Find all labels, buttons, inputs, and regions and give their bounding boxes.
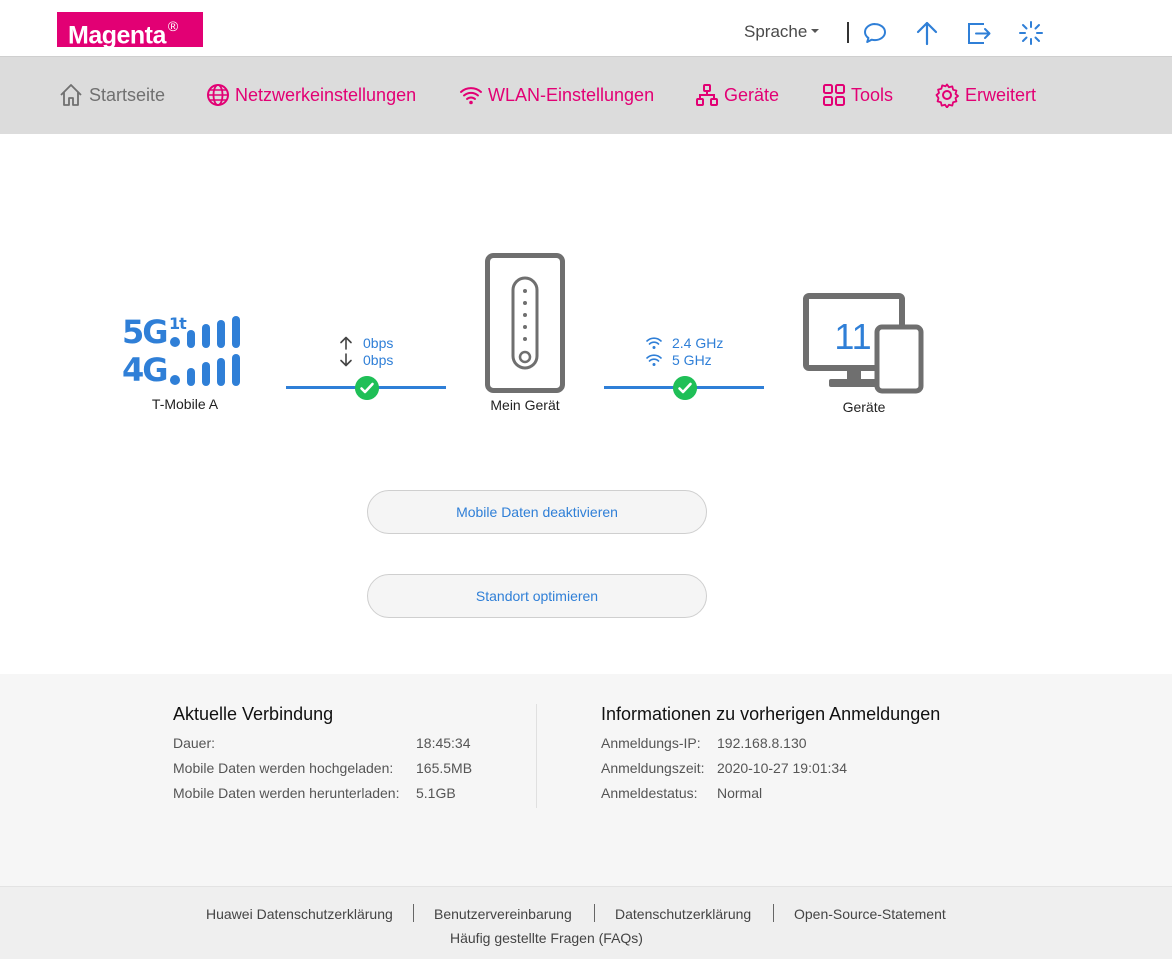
downloaded-value: 5.1GB: [416, 785, 456, 801]
logo-text: Magenta: [68, 21, 166, 50]
router-device-icon[interactable]: [485, 253, 565, 393]
uploaded-value: 165.5MB: [416, 760, 473, 776]
main-nav: Startseite Netzwerkeinstellungen WLAN-Ei…: [0, 56, 1172, 134]
connection-info-panel: Aktuelle Verbindung Dauer: 18:45:34 Mobi…: [0, 674, 1172, 886]
previous-logins-title: Informationen zu vorherigen Anmeldungen: [601, 704, 941, 724]
nav-label: Geräte: [724, 84, 780, 105]
wifi-5ghz-icon: [646, 354, 662, 366]
network-5g-label: 5G: [122, 313, 169, 351]
login-status-label: Anmeldestatus:: [601, 785, 698, 801]
duration-value: 18:45:34: [416, 735, 471, 751]
router-label: Mein Gerät: [490, 397, 560, 413]
mobile-connected-check-icon: [355, 376, 379, 400]
nav-label: Startseite: [89, 84, 166, 105]
login-time-value: 2020-10-27 19:01:34: [717, 760, 847, 776]
login-ip-label: Anmeldungs-IP:: [601, 735, 701, 751]
connection-diagram: 5G 1t 4G T-Mobile A 0bps 0bps Mein Gerät: [0, 134, 1172, 674]
arrow-down-icon: [340, 353, 352, 367]
signal-bars-icon: [170, 316, 240, 386]
network-4g-label: 4G: [122, 351, 169, 389]
loading-icon[interactable]: [1018, 20, 1044, 46]
login-status-value: Normal: [717, 785, 763, 801]
login-ip-value: 192.168.8.130: [717, 735, 807, 751]
uploaded-label: Mobile Daten werden hochgeladen:: [173, 760, 394, 776]
upload-icon[interactable]: [914, 20, 940, 46]
nav-label: Tools: [851, 84, 894, 105]
nav-item-netzwerkeinstellungen[interactable]: Netzwerkeinstellungen: [206, 81, 416, 109]
nav-label: Erweitert: [965, 84, 1037, 105]
upload-rate: 0bps: [363, 335, 394, 351]
chat-icon[interactable]: [862, 20, 888, 46]
gear-icon: [935, 83, 959, 108]
devices-button[interactable]: 11: [803, 293, 925, 395]
current-connection-title: Aktuelle Verbindung: [173, 704, 334, 724]
nav-item-startseite[interactable]: Startseite: [58, 81, 165, 109]
signal-strength-block: 5G 1t 4G: [122, 314, 248, 390]
duration-label: Dauer:: [173, 735, 216, 751]
logo-registered-mark: ®: [167, 18, 178, 34]
footer-link-open-source[interactable]: Open-Source-Statement: [794, 906, 946, 922]
footer-link-faq[interactable]: Häufig gestellte Fragen (FAQs): [450, 930, 643, 946]
login-time-label: Anmeldungszeit:: [601, 760, 705, 776]
logout-icon[interactable]: [966, 20, 992, 46]
footer-link-user-agreement[interactable]: Benutzervereinbarung: [434, 906, 572, 922]
wifi-connected-check-icon: [673, 376, 697, 400]
download-rate: 0bps: [363, 352, 394, 368]
nav-item-erweitert[interactable]: Erweitert: [934, 81, 1036, 109]
wifi-24ghz-icon: [646, 337, 662, 349]
arrow-up-icon: [340, 336, 352, 350]
wifi-band-24: 2.4 GHz: [672, 335, 724, 351]
language-label: Sprache: [744, 22, 808, 41]
nav-item-geraete[interactable]: Geräte: [695, 81, 779, 109]
home-icon: [60, 84, 82, 106]
header-divider: [847, 22, 849, 43]
info-divider: [536, 704, 537, 808]
provider-label: T-Mobile A: [151, 396, 219, 412]
optimize-location-button[interactable]: Standort optimieren: [367, 574, 707, 618]
nav-label: Netzwerkeinstellungen: [235, 84, 417, 105]
language-dropdown[interactable]: Sprache: [744, 22, 820, 42]
footer-divider: [413, 904, 414, 922]
nav-label: WLAN-Einstellungen: [488, 84, 655, 105]
grid-icon: [823, 84, 845, 106]
footer-divider: [594, 904, 595, 922]
disable-mobile-data-button[interactable]: Mobile Daten deaktivieren: [367, 490, 707, 534]
caret-down-icon: [811, 28, 820, 33]
nav-item-wlan-einstellungen[interactable]: WLAN-Einstellungen: [459, 81, 654, 109]
footer-link-privacy[interactable]: Datenschutzerklärung: [615, 906, 751, 922]
wifi-icon: [460, 87, 482, 105]
footer-link-huawei-privacy[interactable]: Huawei Datenschutzerklärung: [206, 906, 393, 922]
devices-label: Geräte: [842, 399, 886, 415]
device-count: 11: [834, 316, 872, 357]
footer-divider: [773, 904, 774, 922]
globe-icon: [207, 84, 229, 106]
wifi-band-5: 5 GHz: [672, 352, 712, 368]
network-tree-icon: [696, 84, 718, 106]
magenta-logo[interactable]: Magenta ®: [57, 12, 203, 50]
header: Magenta ® Sprache: [0, 0, 1172, 56]
downloaded-label: Mobile Daten werden herunterladen:: [173, 785, 400, 801]
nav-item-tools[interactable]: Tools: [822, 81, 893, 109]
footer: Huawei Datenschutzerklärung Benutzervere…: [0, 886, 1172, 959]
